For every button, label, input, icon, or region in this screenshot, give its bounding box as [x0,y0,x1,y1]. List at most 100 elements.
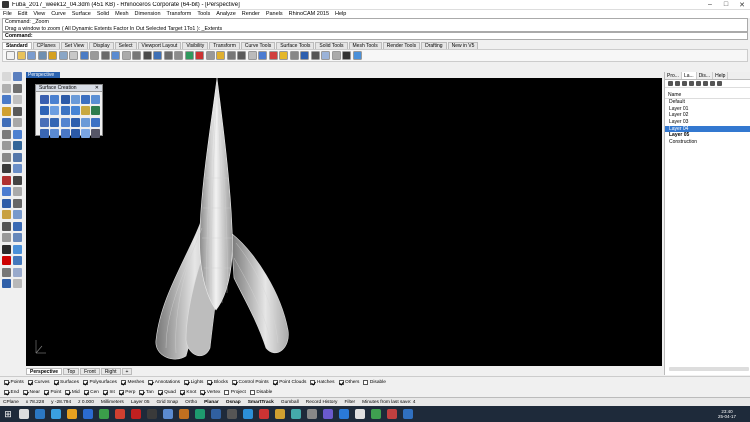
tab-render-tools[interactable]: Render Tools [382,42,421,49]
toolbar-tool-icon[interactable] [121,51,131,60]
viewport-tab-perspective[interactable]: Perspective [26,367,63,375]
toolbar-tool-icon[interactable] [184,51,194,60]
toolbar-tool-icon[interactable] [258,51,267,60]
layer-row[interactable]: Layer 01 [665,106,750,113]
toolbar-tool-icon[interactable] [321,51,330,60]
checkbox-box[interactable] [43,389,49,395]
surface-tool-icon[interactable] [50,117,60,127]
grid-snap-toggle[interactable]: Grid Snap [157,400,179,405]
toolbar-tool-icon[interactable] [226,51,236,60]
checkbox-mid[interactable]: Mid [65,389,80,395]
left-tool-icon[interactable] [2,129,11,139]
cplane-label[interactable]: CPlane [3,400,19,405]
checkbox-near[interactable]: Near [23,389,40,395]
toolbar-tool-icon[interactable] [27,51,36,60]
checkbox-box[interactable] [363,379,369,385]
taskbar-app-icon[interactable] [131,409,141,419]
taskbar-app-icon[interactable] [355,409,365,419]
left-tool-icon[interactable] [13,129,22,139]
left-tool-icon[interactable] [2,267,11,277]
surface-tool-icon[interactable] [50,128,60,138]
tab-solid-tools[interactable]: Solid Tools [315,42,348,49]
left-tool-icon[interactable] [2,233,11,242]
checkbox-box[interactable] [23,389,29,395]
toolbar-tool-icon[interactable] [58,51,68,60]
tab-select[interactable]: Select [114,42,137,49]
layer-row[interactable]: Layer 03 [665,119,750,126]
surface-tool-icon[interactable] [40,106,49,116]
toolbar-tool-icon[interactable] [237,51,246,60]
taskbar-app-icon[interactable] [19,409,29,419]
move-up-icon[interactable] [689,81,694,86]
surface-tool-icon[interactable] [91,95,101,104]
left-tool-icon[interactable] [2,164,11,173]
checkbox-curves[interactable]: Curves [27,379,50,385]
left-tool-icon[interactable] [13,210,22,219]
surface-tool-icon[interactable] [70,128,80,138]
toolbar-tool-icon[interactable] [111,51,120,60]
toolbar-tool-icon[interactable] [69,51,78,60]
tab-drafting[interactable]: Drafting [421,42,447,49]
checkbox-box[interactable] [200,389,206,395]
left-tool-icon[interactable] [2,210,11,219]
checkbox-points[interactable]: Points [4,379,24,385]
checkbox-blocks[interactable]: Blocks [207,379,228,385]
planar-toggle[interactable]: Planar [204,400,219,405]
checkbox-box[interactable] [310,379,316,385]
tab-visibility[interactable]: Visibility [182,42,209,49]
checkbox-box[interactable] [65,389,71,395]
checkbox-surfaces[interactable]: Surfaces [53,379,79,385]
menu-rhinocam-2015[interactable]: RhinoCAM 2015 [289,11,329,17]
checkbox-int[interactable]: Int [102,389,115,395]
toolbar-tool-icon[interactable] [247,51,257,60]
taskbar-app-icon[interactable] [259,409,269,419]
left-tool-icon[interactable] [2,106,11,116]
checkbox-point-clouds[interactable]: Point Clouds [272,379,306,385]
taskbar-app-icon[interactable] [371,409,381,419]
layer-row[interactable]: Construction [665,139,750,146]
menu-transform[interactable]: Transform [167,11,192,17]
left-tool-icon[interactable] [13,72,22,81]
filter-icon[interactable] [703,81,708,86]
tab-viewport-layout[interactable]: Viewport Layout [137,42,182,49]
menu-file[interactable]: File [3,11,12,17]
checkbox-box[interactable] [157,389,163,395]
checkbox-disable[interactable]: Disable [363,379,386,385]
toolbar-tool-icon[interactable] [79,51,89,60]
surface-tool-icon[interactable] [81,95,91,104]
taskbar-app-icon[interactable] [307,409,317,419]
minimize-button[interactable]: – [702,1,718,8]
viewport-tab-right[interactable]: Right [100,367,121,375]
left-tool-icon[interactable] [13,267,22,277]
checkbox-end[interactable]: End [4,389,19,395]
toolbar-tool-icon[interactable] [6,51,15,60]
layer-row[interactable]: Layer 04 [665,125,750,133]
left-tool-icon[interactable] [13,256,22,265]
surface-creation-header[interactable]: Surface Creation ✕ [36,85,102,92]
panel-tab[interactable]: Pro... [665,72,682,79]
toolbar-tool-icon[interactable] [16,51,26,60]
checkbox-control-points[interactable]: Control Points [232,379,269,385]
surface-tool-icon[interactable] [81,128,91,138]
checkbox-point[interactable]: Point [43,389,61,395]
checkbox-disable[interactable]: Disable [249,389,272,395]
toolbar-tool-icon[interactable] [153,51,162,60]
left-tool-icon[interactable] [2,83,11,93]
add-viewport-button[interactable]: + [121,367,133,375]
left-tool-icon[interactable] [2,72,11,81]
taskbar-app-icon[interactable] [179,409,189,419]
osnap-toggle[interactable]: Osnap [226,400,241,405]
menu-help[interactable]: Help [335,11,346,17]
surface-tool-icon[interactable] [60,106,70,116]
toolbar-tool-icon[interactable] [342,51,351,60]
left-tool-icon[interactable] [2,256,11,265]
checkbox-box[interactable] [83,389,89,395]
current-layer[interactable]: Layer 05 [131,400,150,405]
tab-set-view[interactable]: Set View [60,42,89,49]
horizontal-scrollbar[interactable] [669,367,749,371]
tab-mesh-tools[interactable]: Mesh Tools [348,42,382,49]
tab-transform[interactable]: Transform [209,42,240,49]
tab-new-in-v5[interactable]: New in V5 [447,42,479,49]
checkbox-box[interactable] [118,389,124,395]
taskbar-app-icon[interactable] [51,409,61,419]
